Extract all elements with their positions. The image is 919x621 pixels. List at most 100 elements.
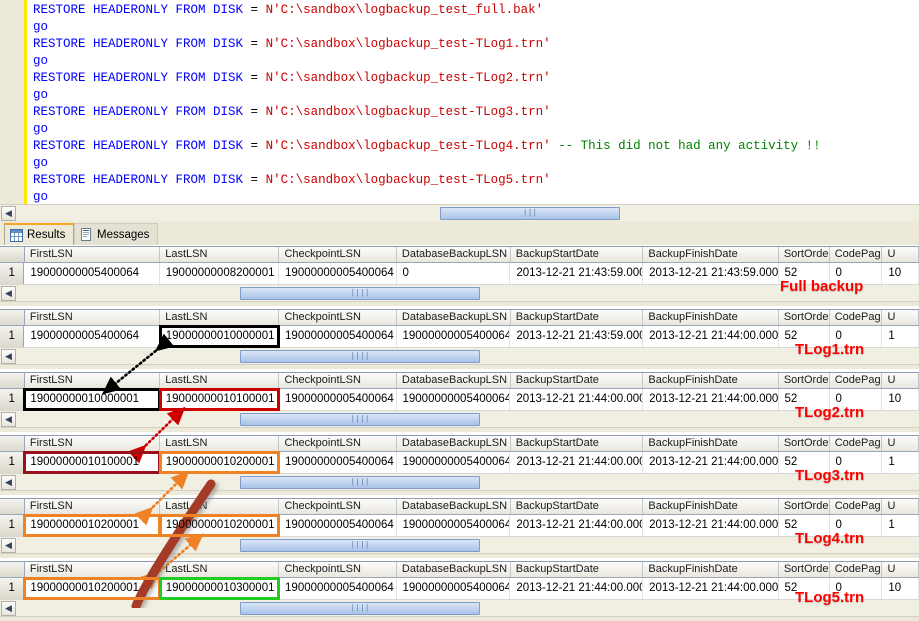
column-header-databasebackuplsn[interactable]: DatabaseBackupLSN xyxy=(397,373,511,388)
cell-codepage[interactable]: 0 xyxy=(830,326,883,347)
cell-firstlsn-highlighted[interactable]: 19000000010000001 xyxy=(23,388,161,411)
column-header-sortorder[interactable]: SortOrder xyxy=(779,436,830,451)
grid-corner-cell[interactable] xyxy=(0,310,25,325)
table-row[interactable]: 1 19000000010000001 19000000010100001 19000… xyxy=(0,388,919,411)
scrollbar-thumb[interactable]: |||| xyxy=(240,476,480,489)
table-row[interactable]: 1 19000000005400064 19000000010000001 19000… xyxy=(0,325,919,348)
grid-horizontal-scrollbar[interactable]: ◀ |||| xyxy=(0,600,919,617)
scroll-left-arrow-icon[interactable]: ◀ xyxy=(1,206,16,221)
cell-databasebackuplsn[interactable]: 19000000005400064 xyxy=(397,515,511,536)
scrollbar-thumb[interactable]: |||| xyxy=(240,539,480,552)
cell-codepage[interactable]: 0 xyxy=(830,263,883,284)
cell-backupfinishdate[interactable]: 2013-12-21 21:44:00.000 xyxy=(643,326,779,347)
cell-checkpointlsn[interactable]: 19000000005400064 xyxy=(279,263,397,284)
cell-u[interactable]: 1 xyxy=(882,326,919,347)
cell-backupstartdate[interactable]: 2013-12-21 21:44:00.000 xyxy=(510,389,644,410)
column-header-codepage[interactable]: CodePage xyxy=(830,373,883,388)
cell-firstlsn-highlighted[interactable]: 19000000010200001 xyxy=(23,514,161,537)
cell-firstlsn[interactable]: 19000000005400064 xyxy=(24,263,160,284)
cell-firstlsn[interactable]: 19000000005400064 xyxy=(24,326,160,347)
column-header-u[interactable]: U xyxy=(882,562,919,577)
table-row[interactable]: 1 19000000010200001 19000000010200001 19000… xyxy=(0,514,919,537)
row-header-number[interactable]: 1 xyxy=(0,578,25,599)
sql-editor-pane[interactable]: RESTORE HEADERONLY FROM DISK = N'C:\sand… xyxy=(0,0,919,204)
tab-messages[interactable]: Messages xyxy=(74,223,159,245)
cell-backupstartdate[interactable]: 2013-12-21 21:44:00.000 xyxy=(510,452,644,473)
grid-horizontal-scrollbar[interactable]: ◀ |||| xyxy=(0,285,919,302)
column-header-u[interactable]: U xyxy=(882,436,919,451)
grid-corner-cell[interactable] xyxy=(0,436,25,451)
scrollbar-thumb[interactable]: |||| xyxy=(240,602,480,615)
scroll-left-arrow-icon[interactable]: ◀ xyxy=(1,475,16,490)
column-header-databasebackuplsn[interactable]: DatabaseBackupLSN xyxy=(397,247,511,262)
cell-codepage[interactable]: 0 xyxy=(830,389,883,410)
scroll-left-arrow-icon[interactable]: ◀ xyxy=(1,286,16,301)
scroll-left-arrow-icon[interactable]: ◀ xyxy=(1,412,16,427)
cell-checkpointlsn[interactable]: 19000000005400064 xyxy=(279,452,397,473)
column-header-lastlsn[interactable]: LastLSN xyxy=(160,247,280,262)
cell-backupfinishdate[interactable]: 2013-12-21 21:43:59.000 xyxy=(643,263,779,284)
cell-sortorder[interactable]: 52 xyxy=(779,452,830,473)
column-header-checkpointlsn[interactable]: CheckpointLSN xyxy=(279,247,397,262)
cell-u[interactable]: 10 xyxy=(882,578,919,599)
column-header-backupstartdate[interactable]: BackupStartDate xyxy=(511,499,644,514)
column-header-codepage[interactable]: CodePage xyxy=(830,247,883,262)
column-header-checkpointlsn[interactable]: CheckpointLSN xyxy=(279,499,397,514)
column-header-backupfinishdate[interactable]: BackupFinishDate xyxy=(643,310,779,325)
cell-backupfinishdate[interactable]: 2013-12-21 21:44:00.000 xyxy=(643,452,779,473)
editor-horizontal-scrollbar[interactable]: ◀ ||| xyxy=(0,204,919,221)
cell-sortorder[interactable]: 52 xyxy=(779,578,830,599)
cell-sortorder[interactable]: 52 xyxy=(779,326,830,347)
scroll-left-arrow-icon[interactable]: ◀ xyxy=(1,349,16,364)
cell-backupfinishdate[interactable]: 2013-12-21 21:44:00.000 xyxy=(643,578,779,599)
column-header-backupfinishdate[interactable]: BackupFinishDate xyxy=(643,562,779,577)
cell-lastlsn-highlighted[interactable]: 19000000010000001 xyxy=(158,325,281,348)
cell-lastlsn-highlighted[interactable]: 19000000010200001 xyxy=(158,451,281,474)
cell-databasebackuplsn[interactable]: 19000000005400064 xyxy=(397,578,511,599)
column-header-backupstartdate[interactable]: BackupStartDate xyxy=(511,310,644,325)
cell-lastlsn-highlighted[interactable]: 19000000010300001 xyxy=(158,577,281,600)
sql-code-text[interactable]: RESTORE HEADERONLY FROM DISK = N'C:\sand… xyxy=(33,2,919,204)
row-header-number[interactable]: 1 xyxy=(0,263,25,284)
column-header-backupfinishdate[interactable]: BackupFinishDate xyxy=(643,247,779,262)
cell-checkpointlsn[interactable]: 19000000005400064 xyxy=(279,326,397,347)
column-header-backupfinishdate[interactable]: BackupFinishDate xyxy=(643,436,779,451)
cell-sortorder[interactable]: 52 xyxy=(779,515,830,536)
column-header-checkpointlsn[interactable]: CheckpointLSN xyxy=(279,310,397,325)
grid-horizontal-scrollbar[interactable]: ◀ |||| xyxy=(0,411,919,428)
cell-u[interactable]: 10 xyxy=(882,389,919,410)
column-header-firstlsn[interactable]: FirstLSN xyxy=(25,436,161,451)
column-header-databasebackuplsn[interactable]: DatabaseBackupLSN xyxy=(397,499,511,514)
grid-horizontal-scrollbar[interactable]: ◀ |||| xyxy=(0,474,919,491)
grid-corner-cell[interactable] xyxy=(0,562,25,577)
column-header-firstlsn[interactable]: FirstLSN xyxy=(25,499,161,514)
column-header-lastlsn[interactable]: LastLSN xyxy=(160,562,280,577)
cell-sortorder[interactable]: 52 xyxy=(779,263,830,284)
column-header-codepage[interactable]: CodePage xyxy=(830,310,883,325)
column-header-codepage[interactable]: CodePage xyxy=(830,436,883,451)
cell-backupstartdate[interactable]: 2013-12-21 21:43:59.000 xyxy=(510,326,644,347)
cell-lastlsn-highlighted[interactable]: 19000000010100001 xyxy=(158,388,281,411)
table-row[interactable]: 1 19000000010100001 19000000010200001 19000… xyxy=(0,451,919,474)
cell-codepage[interactable]: 0 xyxy=(830,515,883,536)
cell-u[interactable]: 10 xyxy=(882,263,919,284)
column-header-firstlsn[interactable]: FirstLSN xyxy=(25,373,161,388)
cell-databasebackuplsn[interactable]: 19000000005400064 xyxy=(397,389,511,410)
grid-horizontal-scrollbar[interactable]: ◀ |||| xyxy=(0,348,919,365)
cell-codepage[interactable]: 0 xyxy=(830,452,883,473)
column-header-u[interactable]: U xyxy=(882,310,919,325)
column-header-checkpointlsn[interactable]: CheckpointLSN xyxy=(279,562,397,577)
grid-horizontal-scrollbar[interactable]: ◀ |||| xyxy=(0,537,919,554)
cell-u[interactable]: 1 xyxy=(882,515,919,536)
cell-codepage[interactable]: 0 xyxy=(830,578,883,599)
row-header-number[interactable]: 1 xyxy=(0,452,25,473)
table-row[interactable]: 1 19000000010200001 19000000010300001 19000… xyxy=(0,577,919,600)
cell-lastlsn-highlighted[interactable]: 19000000010200001 xyxy=(158,514,281,537)
column-header-checkpointlsn[interactable]: CheckpointLSN xyxy=(279,373,397,388)
column-header-backupfinishdate[interactable]: BackupFinishDate xyxy=(643,499,779,514)
grid-corner-cell[interactable] xyxy=(0,247,25,262)
scrollbar-thumb[interactable]: |||| xyxy=(240,413,480,426)
column-header-databasebackuplsn[interactable]: DatabaseBackupLSN xyxy=(397,562,511,577)
tab-results[interactable]: Results xyxy=(4,223,75,245)
column-header-backupfinishdate[interactable]: BackupFinishDate xyxy=(643,373,779,388)
